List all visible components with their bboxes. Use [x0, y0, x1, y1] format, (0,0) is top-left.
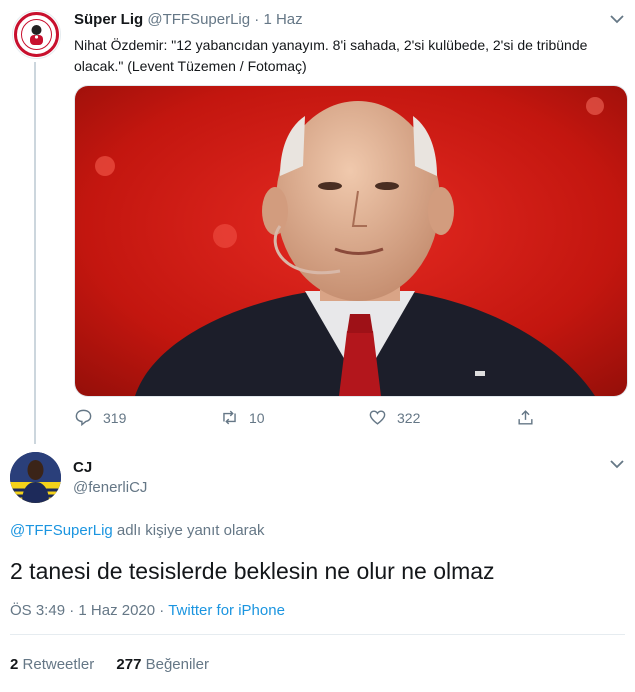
- retweet-count: 10: [249, 409, 265, 426]
- reply-to-handle[interactable]: @TFFSuperLig: [10, 522, 113, 539]
- retweets-label: Retweetler: [22, 656, 95, 673]
- reply-to-suffix: adlı kişiye yanıt olarak: [112, 522, 265, 539]
- replying-to: @TFFSuperLig adlı kişiye yanıt olarak: [10, 522, 265, 539]
- heart-icon: [369, 410, 386, 425]
- league-logo-icon: [14, 12, 59, 57]
- tweet-date[interactable]: 1 Haz: [263, 11, 302, 28]
- reply-count: 319: [103, 409, 127, 426]
- meta-separator: ·: [69, 602, 75, 619]
- chevron-down-icon[interactable]: [608, 455, 626, 473]
- share-icon: [518, 410, 533, 425]
- reply-author-handle[interactable]: @fenerliCJ: [73, 479, 147, 496]
- author-handle[interactable]: @TFFSuperLig: [147, 11, 250, 28]
- author-name[interactable]: Süper Lig: [74, 11, 143, 28]
- retweets-stat[interactable]: 2 Retweetler: [10, 656, 98, 673]
- retweet-action[interactable]: 10: [220, 408, 265, 427]
- share-action[interactable]: [516, 408, 535, 427]
- tweet-header: Süper Lig @TFFSuperLig · 1 Haz: [74, 11, 303, 28]
- reply-author-name[interactable]: CJ: [73, 459, 92, 476]
- reply-action[interactable]: 319: [74, 408, 126, 427]
- portrait-photo: [75, 86, 627, 396]
- tweet-text: Nihat Özdemir: "12 yabancıdan yanayım. 8…: [74, 37, 588, 74]
- divider: [10, 634, 625, 635]
- retweets-count: 2: [10, 656, 19, 673]
- tweet-photo[interactable]: [74, 85, 628, 397]
- chevron-down-icon[interactable]: [608, 10, 626, 28]
- retweet-icon: [223, 410, 236, 425]
- reply-time[interactable]: ÖS 3:49: [10, 602, 65, 619]
- tweet-stats: 2 Retweetler 277 Beğeniler: [10, 656, 209, 673]
- user-avatar-icon: [10, 452, 61, 503]
- meta-separator: ·: [159, 602, 165, 619]
- separator: ·: [254, 11, 260, 28]
- like-count: 322: [397, 409, 421, 426]
- likes-label: Beğeniler: [145, 656, 209, 673]
- tweet-source[interactable]: Twitter for iPhone: [168, 602, 285, 619]
- thread-line: [34, 62, 36, 444]
- reply-meta: ÖS 3:49 · 1 Haz 2020 · Twitter for iPhon…: [10, 602, 285, 619]
- like-action[interactable]: 322: [368, 408, 420, 427]
- reply-date[interactable]: 1 Haz 2020: [78, 602, 155, 619]
- reply-icon: [75, 409, 92, 427]
- likes-count: 277: [116, 656, 142, 673]
- user-avatar[interactable]: [10, 452, 61, 503]
- likes-stat[interactable]: 277 Beğeniler: [116, 656, 209, 673]
- league-logo-avatar[interactable]: [12, 10, 61, 59]
- reply-text: 2 tanesi de tesislerde beklesin ne olur …: [10, 558, 495, 584]
